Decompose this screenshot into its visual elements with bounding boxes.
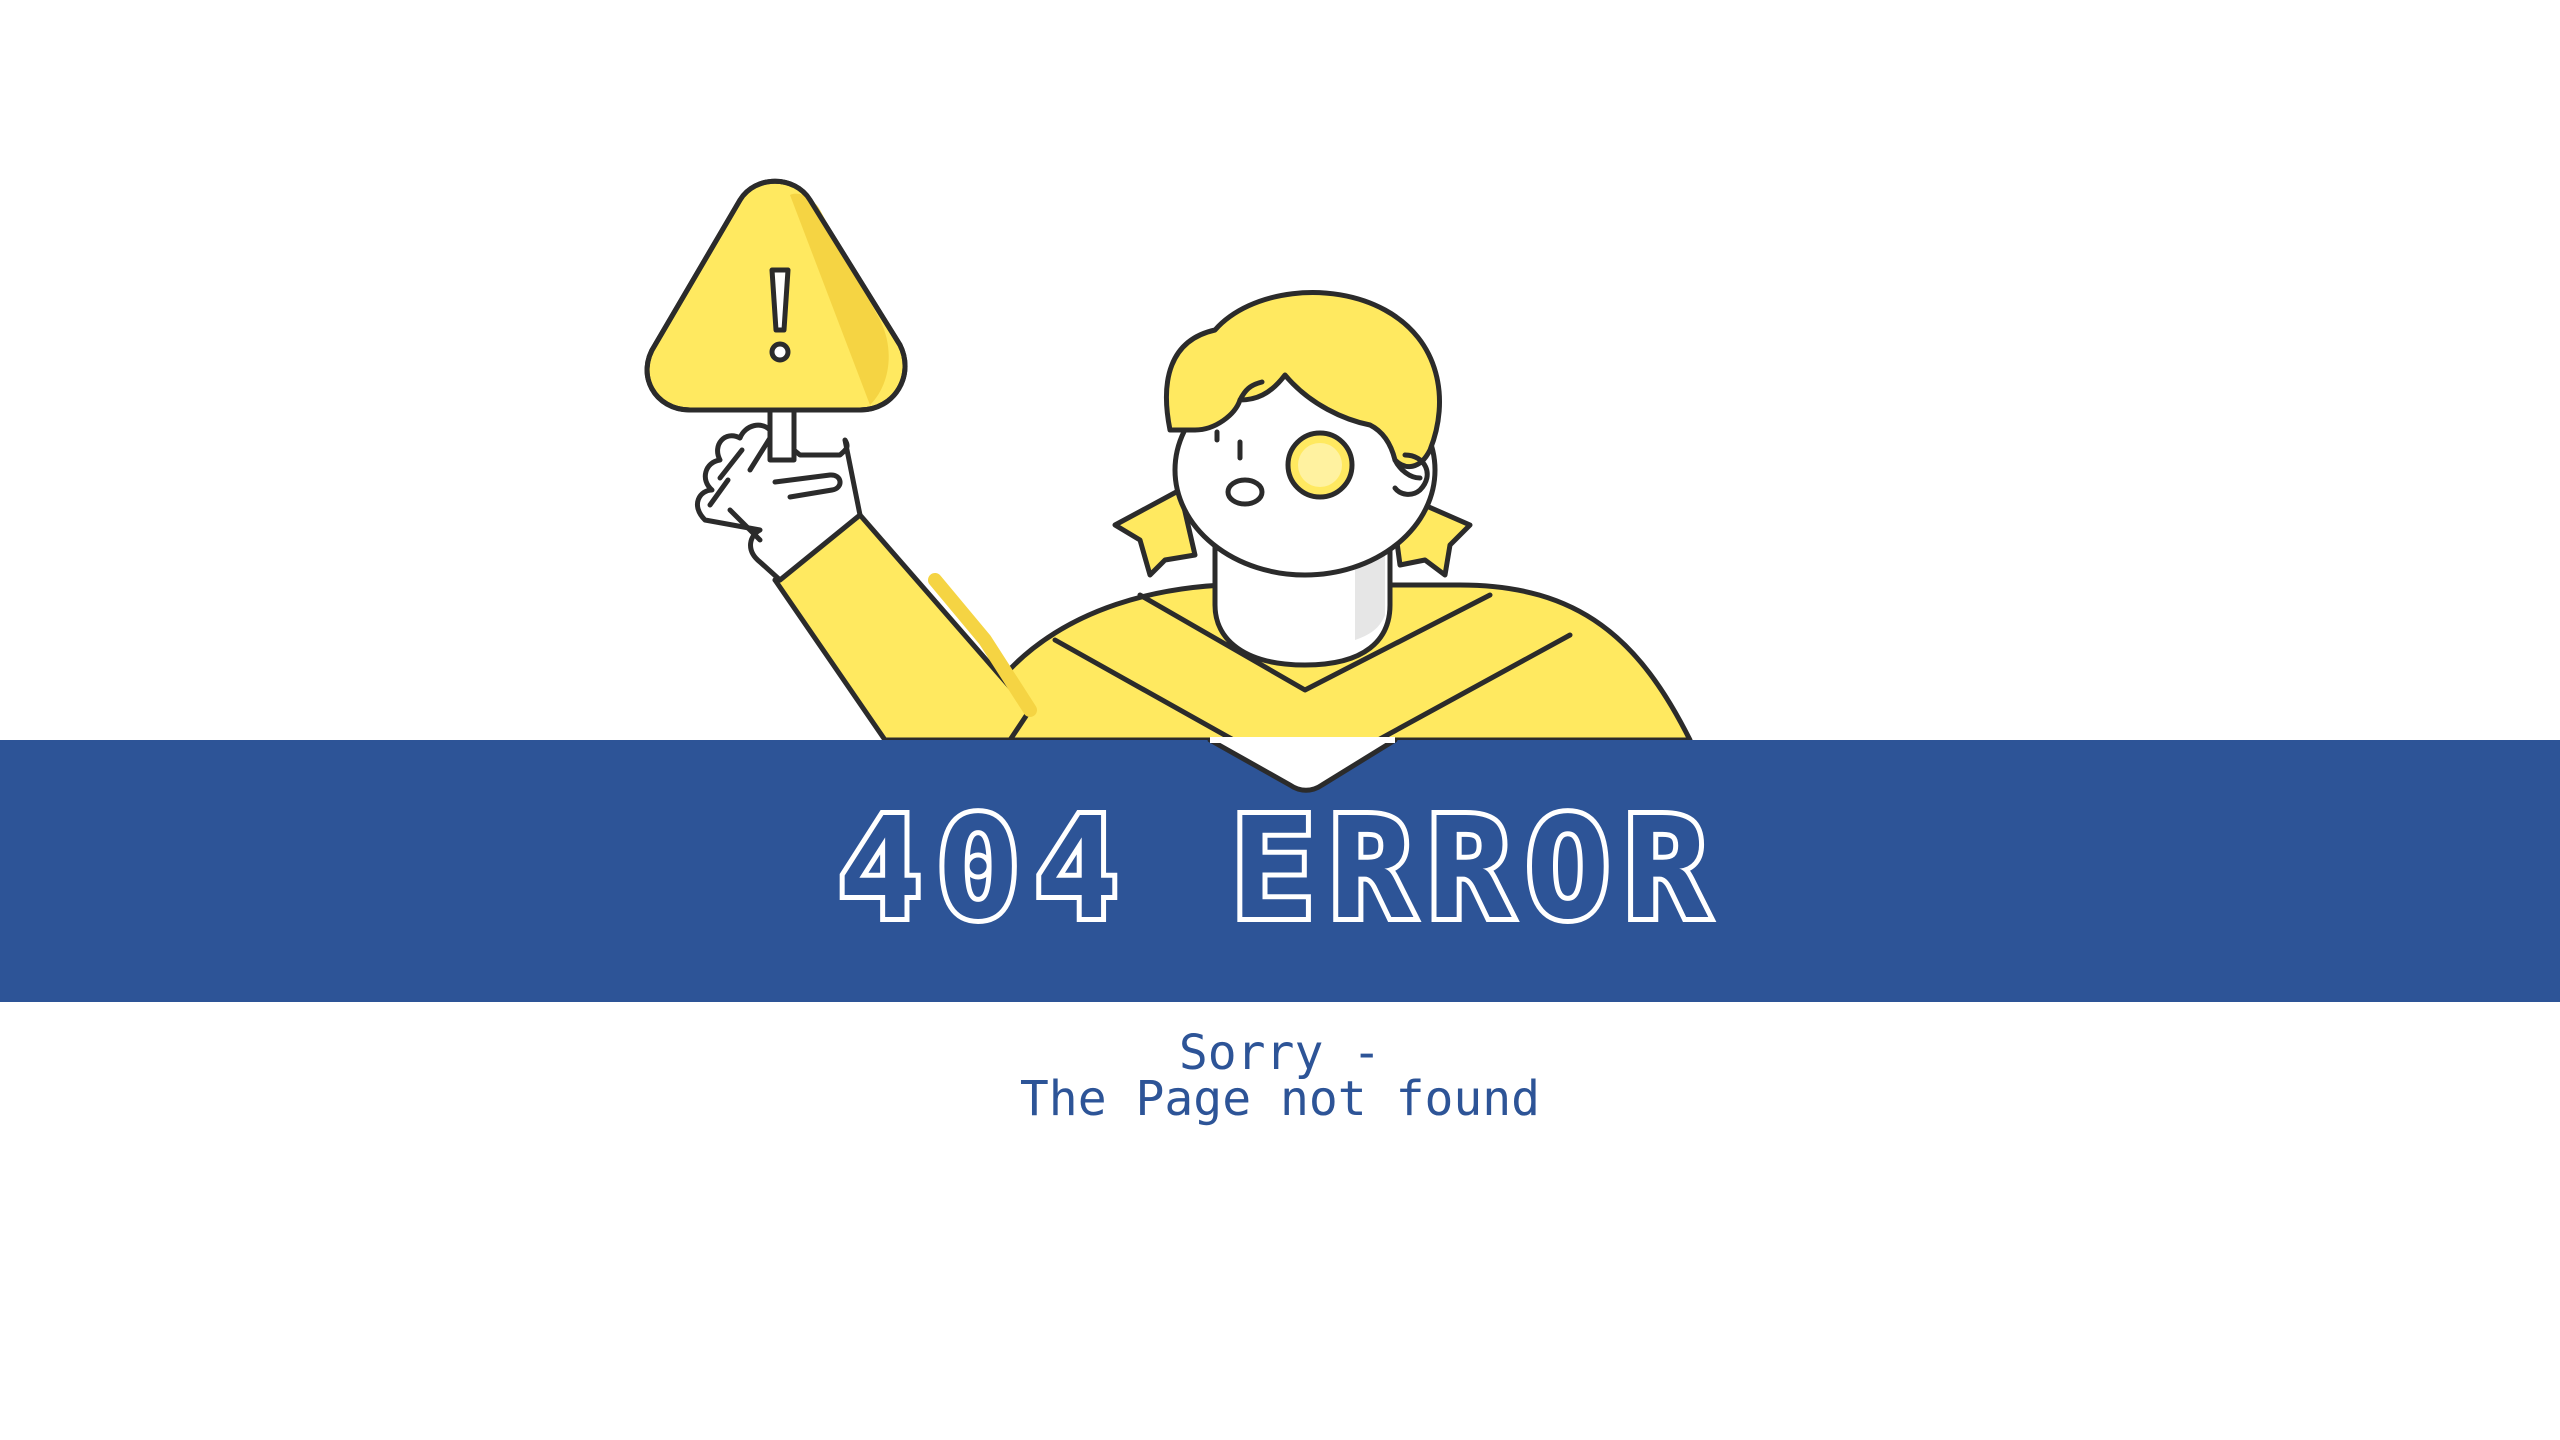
exclamation-warning-icon — [769, 267, 791, 333]
message-line-2: The Page not found — [1019, 1071, 1541, 1127]
error-page: 404 ERROR 404 ERROR Sorry - The Page not… — [0, 0, 2560, 1440]
illustration — [644, 178, 1693, 783]
error-message: Sorry - The Page not found — [0, 1025, 2560, 1127]
error-title: 404 ERROR — [837, 788, 1723, 951]
mouth — [1225, 477, 1265, 507]
message-line-1: Sorry - — [1178, 1025, 1382, 1081]
